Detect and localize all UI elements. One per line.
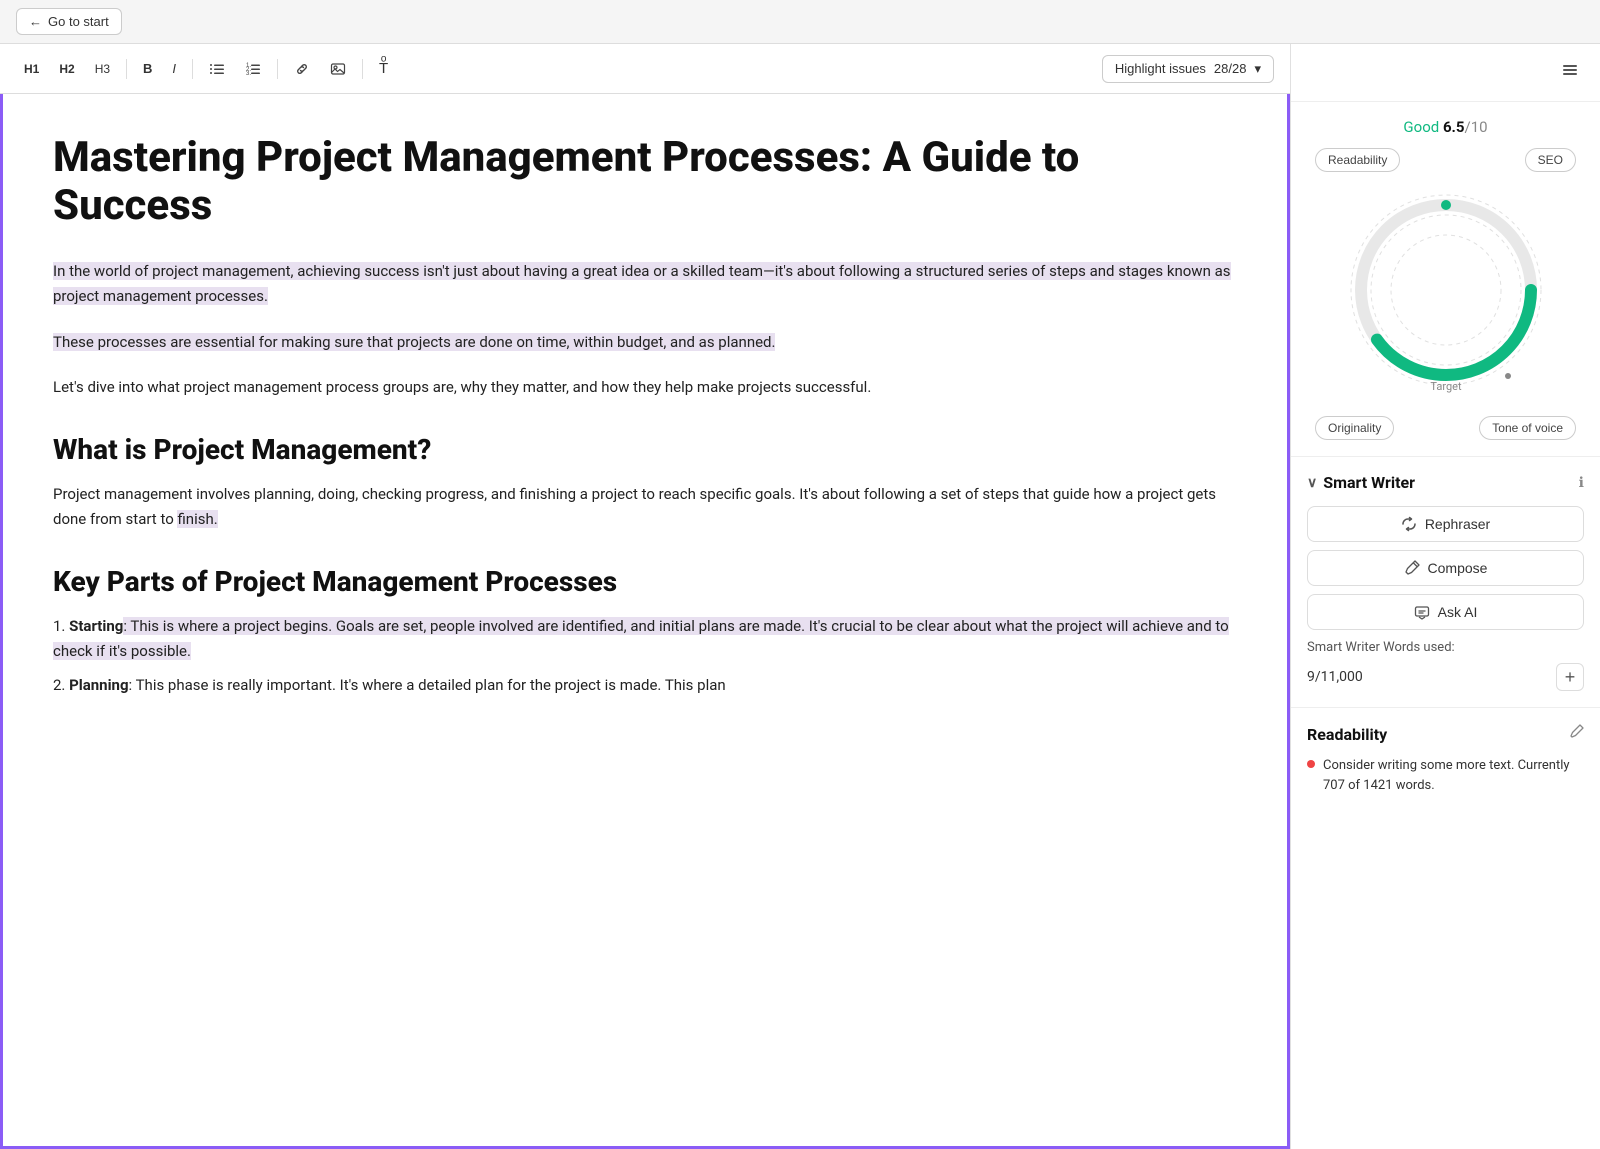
divider-1	[126, 59, 127, 79]
clear-format-button[interactable]: Tͦ	[371, 55, 396, 82]
paragraph-1: In the world of project management, achi…	[53, 259, 1237, 310]
collapse-icon: ∨	[1307, 475, 1317, 491]
svg-text:Target: Target	[1430, 380, 1462, 393]
toolbar: H1 H2 H3 B I 1. 2	[0, 44, 1290, 94]
score-good-text: Good	[1403, 118, 1439, 136]
ask-ai-label: Ask AI	[1438, 604, 1478, 620]
link-icon	[294, 61, 310, 77]
compose-icon	[1404, 560, 1420, 576]
hamburger-icon	[1560, 60, 1580, 80]
readability-badge[interactable]: Readability	[1315, 148, 1400, 172]
ask-ai-button[interactable]: Ask AI	[1307, 594, 1584, 630]
smart-writer-header: ∨ Smart Writer ℹ	[1307, 473, 1584, 492]
key-parts-list: 1. Starting: This is where a project beg…	[53, 614, 1237, 699]
rephraser-icon	[1401, 516, 1417, 532]
divider-2	[192, 59, 193, 79]
bottom-badges: Originality Tone of voice	[1307, 416, 1584, 440]
heading-key-parts: Key Parts of Project Management Processe…	[53, 565, 1237, 598]
originality-badge[interactable]: Originality	[1315, 416, 1394, 440]
seo-badge[interactable]: SEO	[1525, 148, 1576, 172]
svg-text:3.: 3.	[246, 71, 251, 77]
list-icon	[209, 61, 225, 77]
score-section: Good 6.5/10 Readability SEO	[1291, 102, 1600, 456]
main-container: H1 H2 H3 B I 1. 2	[0, 44, 1600, 1149]
red-dot-icon	[1307, 760, 1315, 768]
readability-title: Readability	[1307, 725, 1387, 744]
link-button[interactable]	[286, 56, 318, 82]
smart-writer-title-row: ∨ Smart Writer	[1307, 473, 1415, 492]
words-used-label: Smart Writer Words used:	[1307, 640, 1584, 655]
highlight-count: 28/28	[1214, 61, 1247, 76]
list-item-1: 1. Starting: This is where a project beg…	[53, 614, 1237, 665]
words-used-row: 9/11,000 +	[1307, 663, 1584, 691]
italic-button[interactable]: I	[164, 56, 184, 81]
ordered-list-icon: 1. 2. 3.	[245, 61, 261, 77]
h2-button[interactable]: H2	[51, 57, 82, 81]
para4-highlight: finish.	[177, 510, 217, 528]
heading-what-is-pm: What is Project Management?	[53, 433, 1237, 466]
smart-writer-title: Smart Writer	[1323, 473, 1415, 492]
bold-button[interactable]: B	[135, 56, 160, 81]
rephraser-label: Rephraser	[1425, 516, 1490, 532]
tone-of-voice-badge[interactable]: Tone of voice	[1479, 416, 1576, 440]
editor-panel: H1 H2 H3 B I 1. 2	[0, 44, 1290, 1149]
ask-ai-icon	[1414, 604, 1430, 620]
go-to-start-button[interactable]: ← Go to start	[16, 8, 122, 35]
document-title: Mastering Project Management Processes: …	[53, 134, 1237, 231]
h1-button[interactable]: H1	[16, 57, 47, 81]
menu-icon-button[interactable]	[1556, 56, 1584, 89]
score-denom: /10	[1465, 118, 1488, 136]
readability-header: Readability	[1307, 724, 1584, 744]
para4-normal: Project management involves planning, do…	[53, 485, 1216, 529]
score-label: Good 6.5/10	[1403, 118, 1487, 136]
readability-section: Readability Consider writing some more t…	[1291, 707, 1600, 811]
highlight-issues-button[interactable]: Highlight issues 28/28 ▾	[1102, 55, 1274, 83]
chevron-down-icon: ▾	[1254, 61, 1261, 77]
list-item-2-text: : This phase is really important. It's w…	[129, 676, 726, 694]
list-item-1-text: : This is where a project begins. Goals …	[53, 617, 1229, 661]
image-button[interactable]	[322, 56, 354, 82]
highlight-span-1: In the world of project management, achi…	[53, 262, 1231, 306]
radial-chart: Target	[1336, 180, 1556, 400]
compose-label: Compose	[1428, 560, 1488, 576]
words-total: /11,000	[1315, 669, 1363, 685]
add-words-button[interactable]: +	[1556, 663, 1584, 691]
editor-content[interactable]: Mastering Project Management Processes: …	[0, 94, 1290, 1149]
divider-4	[362, 59, 363, 79]
readability-edit-icon[interactable]	[1568, 724, 1584, 744]
readability-item-1: Consider writing some more text. Current…	[1307, 756, 1584, 795]
words-count-value: 9	[1307, 669, 1315, 685]
arrow-left-icon: ←	[29, 14, 42, 29]
paragraph-2: These processes are essential for making…	[53, 330, 1237, 356]
right-sidebar: Good 6.5/10 Readability SEO	[1290, 44, 1600, 1149]
image-icon	[330, 61, 346, 77]
list-item-2-label: Planning	[69, 676, 128, 694]
words-count: 9/11,000	[1307, 669, 1363, 685]
score-value: 6.5	[1443, 118, 1465, 136]
readability-item-text: Consider writing some more text. Current…	[1323, 756, 1584, 795]
compose-button[interactable]: Compose	[1307, 550, 1584, 586]
list-item-1-label: Starting	[69, 617, 123, 635]
divider-3	[277, 59, 278, 79]
top-badges: Readability SEO	[1307, 148, 1584, 172]
highlight-label: Highlight issues	[1115, 61, 1206, 76]
list-item-2: 2. Planning: This phase is really import…	[53, 673, 1237, 699]
go-to-start-label: Go to start	[48, 14, 109, 29]
paragraph-3: Let's dive into what project management …	[53, 375, 1237, 401]
unordered-list-button[interactable]	[201, 56, 233, 82]
h3-button[interactable]: H3	[87, 57, 118, 81]
paragraph-4: Project management involves planning, do…	[53, 482, 1237, 533]
ordered-list-button[interactable]: 1. 2. 3.	[237, 56, 269, 82]
top-bar: ← Go to start	[0, 0, 1600, 44]
sidebar-header	[1291, 44, 1600, 102]
rephraser-button[interactable]: Rephraser	[1307, 506, 1584, 542]
highlight-span-2: These processes are essential for making…	[53, 333, 775, 351]
smart-writer-section: ∨ Smart Writer ℹ Rephraser	[1291, 456, 1600, 707]
info-icon[interactable]: ℹ	[1579, 475, 1584, 491]
